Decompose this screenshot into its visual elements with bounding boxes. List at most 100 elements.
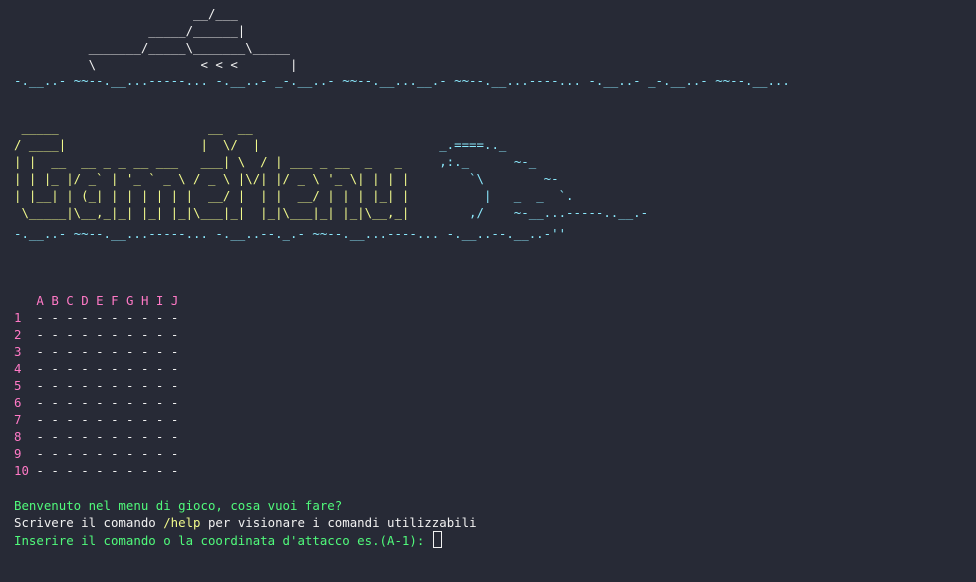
grid-cell: -: [155, 429, 164, 444]
grid-cell: -: [96, 327, 104, 342]
grid-cell: -: [81, 378, 89, 393]
grid-cell: -: [170, 344, 179, 359]
title-art-text: / ____| | \/ |: [14, 137, 261, 152]
grid-cell: -: [51, 412, 59, 427]
column-label: C: [66, 293, 74, 308]
grid-cell: -: [126, 310, 134, 325]
game-board: A B C D E F G H I J1 - - - - - - - - - -…: [14, 292, 178, 479]
title-art-text: _____ __ __: [14, 120, 253, 135]
ship-ascii-art: __/___ _____/______| _______/_____\_____…: [14, 5, 298, 73]
wave-line-bottom: -.__..- ~~--.__...-----... -.__..--._.- …: [14, 226, 567, 241]
grid-cell: -: [111, 446, 119, 461]
help-message: Scrivere il comando /help per visionare …: [14, 514, 477, 531]
grid-cell: -: [111, 429, 119, 444]
text-cursor[interactable]: [432, 531, 442, 548]
grid-cell: -: [96, 395, 104, 410]
grid-cell: -: [66, 378, 74, 393]
message-area: Benvenuto nel menu di gioco, cosa vuoi f…: [14, 497, 477, 548]
grid-cell: -: [126, 378, 134, 393]
grid-cell: -: [81, 446, 89, 461]
grid-cell: -: [36, 395, 44, 410]
grid-cell: -: [170, 395, 179, 410]
grid-cell: -: [51, 446, 59, 461]
grid-cell: -: [155, 412, 164, 427]
grid-cell: -: [126, 344, 134, 359]
grid-cell: -: [81, 412, 89, 427]
column-label: G: [126, 293, 134, 308]
title-art-text: | | __ __ _ _ __ ___ ___| \ / | ___ _ __…: [14, 154, 402, 169]
grid-cell: -: [111, 361, 119, 376]
row-label: 9: [14, 446, 22, 461]
grid-cell: -: [36, 463, 44, 478]
row-label: 3: [14, 344, 22, 359]
help-suffix-text: per visionare i comandi utilizzabili: [200, 515, 477, 530]
grid-row: 3 - - - - - - - - - -: [14, 343, 178, 360]
grid-cell: -: [155, 344, 164, 359]
column-label: J: [170, 293, 179, 308]
grid-cell: -: [155, 378, 164, 393]
ship-art-line: _______/_____\_______\_____: [14, 40, 291, 55]
grid-cell: -: [140, 310, 149, 325]
grid-cell: -: [170, 446, 179, 461]
grid-cell: -: [126, 446, 134, 461]
grid-cell: -: [66, 429, 74, 444]
whale-art-text: `\ ~-: [409, 171, 567, 186]
title-art-line: / ____| | \/ | _.====.._: [14, 136, 648, 153]
title-art-line: | |__| | (_| | | | | | | __/ | | | __/ |…: [14, 187, 648, 204]
grid-cell: -: [81, 429, 89, 444]
grid-cell: -: [111, 310, 119, 325]
grid-row: 2 - - - - - - - - - -: [14, 326, 178, 343]
column-label: E: [96, 293, 104, 308]
grid-cell: -: [170, 310, 179, 325]
title-art-text: \_____|\__,_|_| |_| |_|\___|_| |_|\___|_…: [14, 205, 410, 220]
grid-cell: -: [111, 378, 119, 393]
grid-row: 9 - - - - - - - - - -: [14, 445, 178, 462]
title-art-line: | | __ __ _ _ __ ___ ___| \ / | ___ _ __…: [14, 153, 648, 170]
row-label: 10: [14, 463, 29, 478]
grid-cell: -: [81, 395, 89, 410]
ship-art-line: \ < < < |: [14, 57, 298, 72]
grid-cell: -: [66, 446, 74, 461]
grid-row: 4 - - - - - - - - - -: [14, 360, 178, 377]
command-prompt[interactable]: Inserire il comando o la coordinata d'at…: [14, 531, 477, 548]
grid-cell: -: [81, 327, 89, 342]
grid-cell: -: [96, 344, 104, 359]
grid-cell: -: [36, 446, 44, 461]
title-art-line: _____ __ __: [14, 119, 648, 136]
grid-cell: -: [170, 412, 179, 427]
grid-cell: -: [66, 412, 74, 427]
ship-art-line: _____/______|: [14, 23, 246, 38]
prompt-text: Inserire il comando o la coordinata d'at…: [14, 533, 432, 548]
grid-cell: -: [170, 361, 179, 376]
grid-cell: -: [66, 463, 74, 478]
grid-header-row: A B C D E F G H I J: [14, 292, 178, 309]
whale-art-text: ,:._ ~-_: [401, 154, 567, 169]
grid-cell: -: [126, 327, 134, 342]
terminal-window[interactable]: __/___ _____/______| _______/_____\_____…: [0, 0, 976, 582]
grid-cell: -: [96, 446, 104, 461]
row-label: 8: [14, 429, 22, 444]
grid-cell: -: [111, 344, 119, 359]
grid-cell: -: [81, 361, 89, 376]
column-label: B: [51, 293, 59, 308]
grid-cell: -: [140, 344, 149, 359]
grid-cell: -: [111, 463, 119, 478]
grid-row: 5 - - - - - - - - - -: [14, 377, 178, 394]
grid-cell: -: [36, 378, 44, 393]
grid-cell: -: [170, 429, 179, 444]
grid-row: 1 - - - - - - - - - -: [14, 309, 178, 326]
row-label: 6: [14, 395, 22, 410]
grid-cell: -: [111, 395, 119, 410]
grid-cell: -: [170, 327, 179, 342]
grid-row: 8 - - - - - - - - - -: [14, 428, 178, 445]
grid-cell: -: [155, 463, 164, 478]
title-art-line: \_____|\__,_|_| |_| |_|\___|_| |_|\___|_…: [14, 204, 648, 221]
row-label: 1: [14, 310, 22, 325]
grid-cell: -: [81, 310, 89, 325]
column-label: H: [140, 293, 149, 308]
grid-cell: -: [140, 463, 149, 478]
grid-cell: -: [96, 429, 104, 444]
grid-cell: -: [96, 463, 104, 478]
grid-cell: -: [81, 344, 89, 359]
grid-cell: -: [96, 310, 104, 325]
